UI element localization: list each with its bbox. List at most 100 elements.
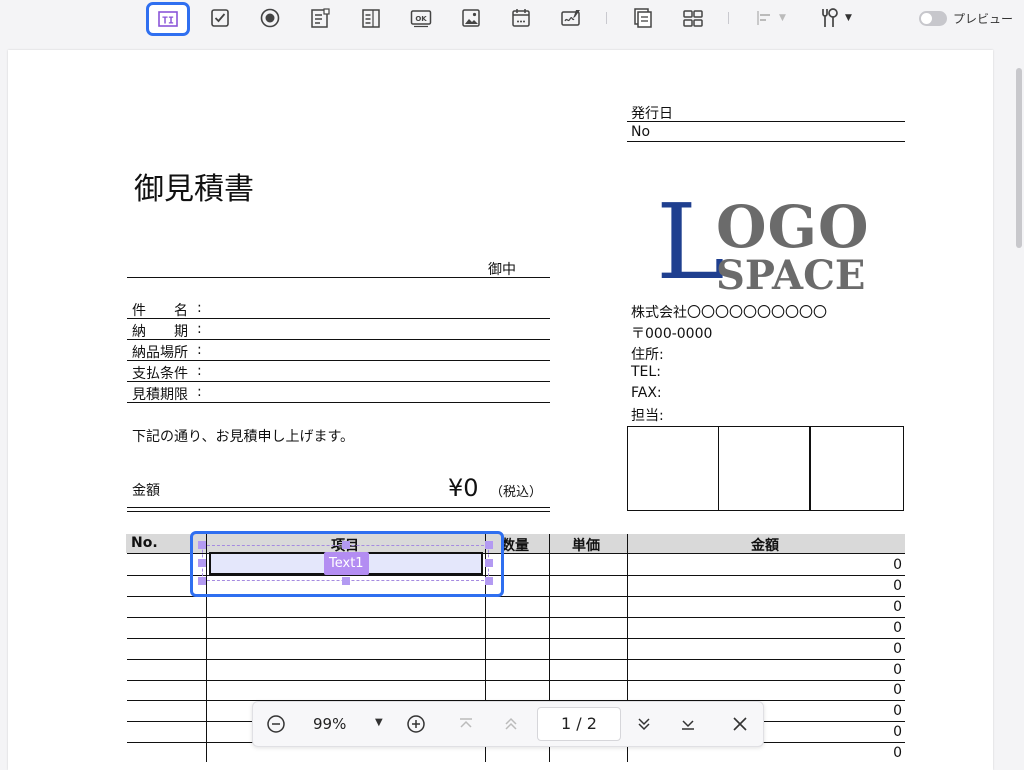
first-page-icon [460,718,472,728]
company-logo-letter: L [656,181,726,303]
pages-icon [634,8,652,28]
stamp-box [810,426,904,511]
button-tool-button[interactable]: OK [408,5,434,31]
resize-handle-right[interactable] [485,559,493,567]
resize-handle-bottom-left[interactable] [198,577,206,585]
company-name: 株式会社〇〇〇〇〇〇〇〇〇〇 [631,305,827,321]
multi-page-tool-button[interactable] [630,5,656,31]
stamp-box [627,426,719,511]
amount-value: ¥0 [448,474,479,502]
align-tool-button[interactable] [752,5,778,31]
table-header-amount: 金額 [751,538,779,554]
company-tel-label: TEL: [631,364,661,380]
field-label-delivery-place: 納品場所 [132,345,188,361]
zoom-navigation-bar: 99% ▼ 1 / 2 [252,701,764,747]
field-label-subject: 件 名 [132,303,188,319]
recipient-line [127,277,550,278]
resize-handle-bottom-right[interactable] [485,577,493,585]
combo-box-icon [311,8,330,28]
row-amount: 0 [893,620,902,636]
next-page-button[interactable] [633,713,655,735]
page-number-input[interactable]: 1 / 2 [537,707,621,741]
row-amount: 0 [893,641,902,657]
field-colon: : [197,321,202,337]
zoom-in-button[interactable] [405,713,427,735]
zoom-level[interactable]: 99% [313,715,346,733]
issue-date-label: 発行日 [631,106,673,122]
company-logo-text: OGO [716,193,870,261]
tax-note: （税込） [490,485,543,500]
document-title: 御見積書 [134,172,254,207]
company-postal: 〒000-0000 [631,326,713,342]
zoom-dropdown-caret[interactable]: ▼ [375,717,383,728]
checkbox-icon [211,9,229,27]
zoom-out-button[interactable] [265,713,287,735]
text-field-tool-button[interactable]: TI [146,2,190,36]
calendar-icon [512,9,530,27]
preview-toggle[interactable] [919,11,947,26]
form-field-name-tag: Text1 [324,552,369,575]
zoom-in-icon [407,715,425,733]
checkbox-tool-button[interactable] [207,5,233,31]
row-amount: 0 [893,578,902,594]
form-toolbar: TI OK ▼ ▼ プレビュー [0,0,1024,40]
field-line [127,360,550,361]
field-colon: : [197,363,202,379]
vertical-scrollbar[interactable] [1016,68,1022,248]
resize-handle-top-left[interactable] [198,541,206,549]
last-page-button[interactable] [677,713,699,735]
text-field-icon: TI [158,11,178,27]
table-header-quantity: 数量 [501,538,529,554]
table-row [127,680,905,681]
row-amount: 0 [893,557,902,573]
combo-box-tool-button[interactable] [307,5,333,31]
preview-label: プレビュー [953,12,1014,26]
image-tool-button[interactable] [458,5,484,31]
no-label: No [631,124,651,140]
svg-text:TI: TI [162,16,174,27]
tools-button[interactable] [816,5,842,31]
align-dropdown-caret[interactable]: ▼ [779,13,786,23]
field-label-payment-terms: 支払条件 [132,366,188,382]
radio-button-tool-button[interactable] [257,5,283,31]
list-box-tool-button[interactable] [358,5,384,31]
field-line [127,402,550,403]
resize-handle-top[interactable] [342,541,350,549]
image-icon [462,9,480,27]
field-line [127,318,550,319]
amount-line [127,507,550,508]
company-logo-subtext: SPACE [716,252,866,299]
resize-handle-top-right[interactable] [485,541,493,549]
toolbar-separator [606,12,607,24]
close-zoom-bar-button[interactable] [729,713,751,735]
double-chevron-up-icon [505,717,517,730]
first-page-button[interactable] [455,713,477,735]
field-label-delivery-date: 納 期 [132,324,188,340]
issue-date-line [627,121,905,122]
tools-dropdown-caret[interactable]: ▼ [845,13,852,23]
row-amount: 0 [893,703,902,719]
no-line [627,141,905,142]
table-row [127,617,905,618]
grid-icon [683,10,703,27]
zoom-out-icon [267,715,285,733]
amount-line-double [127,511,550,512]
row-amount: 0 [893,662,902,678]
table-header-unit-price: 単価 [572,538,600,554]
field-colon: : [197,342,202,358]
previous-page-button[interactable] [500,713,522,735]
row-amount: 0 [893,745,902,761]
page-separator: / [576,714,582,733]
table-row [127,659,905,660]
field-line [127,339,550,340]
document-page [8,50,993,770]
last-page-icon [682,720,694,730]
grid-tool-button[interactable] [680,5,706,31]
company-contact-label: 担当: [631,408,664,424]
resize-handle-left[interactable] [198,559,206,567]
recipient-suffix: 御中 [488,262,516,278]
date-tool-button[interactable] [508,5,534,31]
resize-handle-bottom[interactable] [342,577,350,585]
toolbar-separator [728,12,729,24]
signature-tool-button[interactable] [558,5,584,31]
